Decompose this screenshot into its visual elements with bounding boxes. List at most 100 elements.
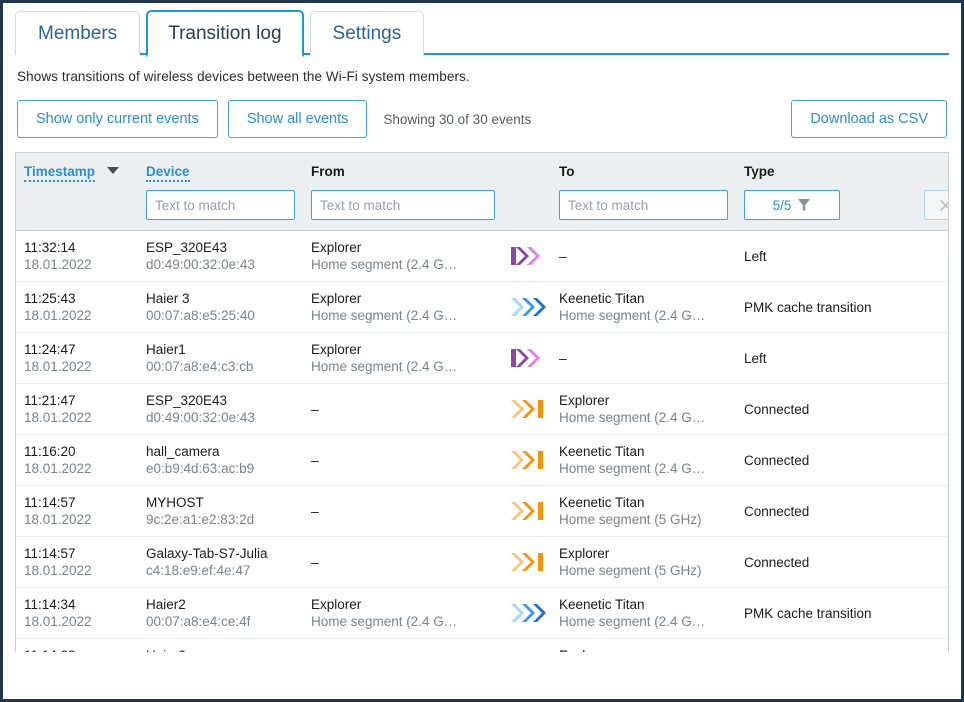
table-row[interactable]: 11:32:1418.01.2022 ESP_320E43 d0:49:00:32:… xyxy=(16,231,948,282)
row-to-segment: Home segment (2.4 G… xyxy=(559,614,728,629)
row-device-name: Haier2 xyxy=(146,597,295,612)
cell-to: Keenetic TitanHome segment (5 GHz) xyxy=(551,495,736,527)
row-device-name: ESP_320E43 xyxy=(146,240,295,255)
row-to-segment: Home segment (2.4 G… xyxy=(559,308,728,323)
header-cell-from: From xyxy=(303,163,503,181)
row-date: 18.01.2022 xyxy=(24,614,130,629)
type-filter-dropdown[interactable]: 5/5 xyxy=(744,190,840,220)
from-filter-input[interactable] xyxy=(311,190,495,220)
wifi-system-panel: Members Transition log Settings Shows tr… xyxy=(0,0,964,702)
connected-transition-icon xyxy=(511,400,547,418)
filter-cell-to xyxy=(551,190,736,220)
cell-device: hall_camerae0:b9:4d:63:ac:b9 xyxy=(138,444,303,476)
clear-filters-button[interactable] xyxy=(924,190,949,220)
tab-label: Transition log xyxy=(168,23,281,45)
table-row[interactable]: 11:14:5718.01.2022Galaxy-Tab-S7-Juliac4:… xyxy=(16,537,948,588)
cell-from: Explorer Home segment (2.4 G… xyxy=(303,291,503,323)
table-row[interactable]: 11:16:2018.01.2022hall_camerae0:b9:4d:63… xyxy=(16,435,948,486)
row-device-mac: d0:49:00:32:0e:43 xyxy=(146,257,295,272)
cell-timestamp: 11:14:34 18.01.2022 xyxy=(16,597,138,629)
close-icon xyxy=(938,198,950,213)
row-type: Left xyxy=(744,249,908,264)
show-all-events-button[interactable]: Show all events xyxy=(228,100,368,138)
funnel-icon xyxy=(797,198,811,213)
row-from-name: – xyxy=(311,401,495,417)
tab-transition-log[interactable]: Transition log xyxy=(146,10,303,57)
table-row[interactable]: 11:14:34 18.01.2022 Haier2 00:07:a8:e4:ce:4… xyxy=(16,588,948,639)
table-row[interactable]: 11:14:2818.01.2022Haier200:07:a8:e4:ce:4… xyxy=(16,639,948,652)
cell-type: Connected xyxy=(736,402,916,417)
show-only-current-events-button[interactable]: Show only current events xyxy=(17,100,218,138)
device-filter-input[interactable] xyxy=(146,190,295,220)
pmk-transition-icon xyxy=(511,604,547,622)
table-row[interactable]: 11:24:4718.01.2022Haier100:07:a8:e4:c3:c… xyxy=(16,333,948,384)
row-device-mac: 00:07:a8:e5:25:40 xyxy=(146,308,295,323)
filter-cell-type: 5/5 xyxy=(736,190,916,220)
sort-descending-icon[interactable] xyxy=(107,167,119,174)
header-label-row: Timestamp Device From To Type xyxy=(16,153,932,182)
row-device-name: ESP_320E43 xyxy=(146,393,295,408)
row-from-name: – xyxy=(311,452,495,468)
row-type: Connected xyxy=(744,402,908,417)
row-to-segment: Home segment (2.4 G… xyxy=(559,461,728,476)
cell-type: PMK cache transition xyxy=(736,606,916,621)
filter-cell-clear xyxy=(916,190,949,220)
cell-timestamp: 11:14:5718.01.2022 xyxy=(16,546,138,578)
row-device-mac: 9c:2e:a1:e2:83:2d xyxy=(146,512,295,527)
row-time: 11:21:47 xyxy=(24,393,130,408)
row-from-segment: Home segment (2.4 G… xyxy=(311,308,495,323)
cell-to: – xyxy=(551,248,736,264)
connected-transition-icon xyxy=(511,451,547,469)
connected-transition-icon xyxy=(511,553,547,571)
cell-type: Connected xyxy=(736,504,916,519)
table-body[interactable]: 11:32:1418.01.2022 ESP_320E43 d0:49:00:32:… xyxy=(16,231,948,652)
row-device-mac: 00:07:a8:e4:ce:4f xyxy=(146,614,295,629)
cell-timestamp: 11:24:4718.01.2022 xyxy=(16,342,138,374)
row-from-segment: Home segment (2.4 G… xyxy=(311,257,495,272)
row-type: Left xyxy=(744,351,908,366)
row-date: 18.01.2022 xyxy=(24,308,130,323)
header-label-type: Type xyxy=(744,164,775,179)
row-time: 11:14:34 xyxy=(24,597,130,612)
sort-timestamp-link[interactable]: Timestamp xyxy=(24,164,95,182)
cell-timestamp: 11:14:57 18.01.2022 xyxy=(16,495,138,527)
row-date: 18.01.2022 xyxy=(24,257,130,272)
sort-device-link[interactable]: Device xyxy=(146,164,190,182)
row-from-name: Explorer xyxy=(311,291,495,306)
row-to-segment: Home segment (5 GHz) xyxy=(559,563,728,578)
cell-timestamp: 11:21:4718.01.2022 xyxy=(16,393,138,425)
row-device-mac: d0:49:00:32:0e:43 xyxy=(146,410,295,425)
cell-type: Connected xyxy=(736,453,916,468)
button-label: Download as CSV xyxy=(810,111,928,127)
header-cell-type: Type xyxy=(736,163,916,181)
row-from-name: – xyxy=(311,554,495,570)
table-row[interactable]: 11:21:4718.01.2022 ESP_320E43 d0:49:00:32:… xyxy=(16,384,948,435)
cell-device: Galaxy-Tab-S7-Juliac4:18:e9:ef:4e:47 xyxy=(138,546,303,578)
cell-type: Connected xyxy=(736,555,916,570)
tab-members[interactable]: Members xyxy=(15,11,140,55)
cell-to: Keenetic TitanHome segment (2.4 G… xyxy=(551,597,736,629)
tab-settings[interactable]: Settings xyxy=(310,11,425,55)
cell-from: – xyxy=(303,554,503,570)
cell-timestamp: 11:14:2818.01.2022 xyxy=(16,648,138,652)
table-row[interactable]: 11:25:4318.01.2022Haier 300:07:a8:e5:25:… xyxy=(16,282,948,333)
cell-from: – xyxy=(303,401,503,417)
to-filter-input[interactable] xyxy=(559,190,728,220)
row-device-name: MYHOST xyxy=(146,495,295,510)
cell-to: ExplorerHome segment (2.4 G… xyxy=(551,648,736,652)
row-type: Connected xyxy=(744,504,908,519)
cell-from: – xyxy=(303,452,503,468)
button-label: Show only current events xyxy=(36,111,199,127)
event-count-label: Showing 30 of 30 events xyxy=(383,112,531,127)
connected-transition-icon xyxy=(511,502,547,520)
row-type: Connected xyxy=(744,453,908,468)
left-transition-icon xyxy=(511,247,547,265)
row-time: 11:14:57 xyxy=(24,495,130,510)
row-date: 18.01.2022 xyxy=(24,563,130,578)
cell-to: – xyxy=(551,350,736,366)
download-as-csv-button[interactable]: Download as CSV xyxy=(791,100,947,138)
cell-timestamp: 11:32:1418.01.2022 xyxy=(16,240,138,272)
button-label: Show all events xyxy=(247,111,349,127)
row-date: 18.01.2022 xyxy=(24,512,130,527)
table-row[interactable]: 11:14:57 18.01.2022 MYHOST 9c:2e:a1:e2:83:2… xyxy=(16,486,948,537)
